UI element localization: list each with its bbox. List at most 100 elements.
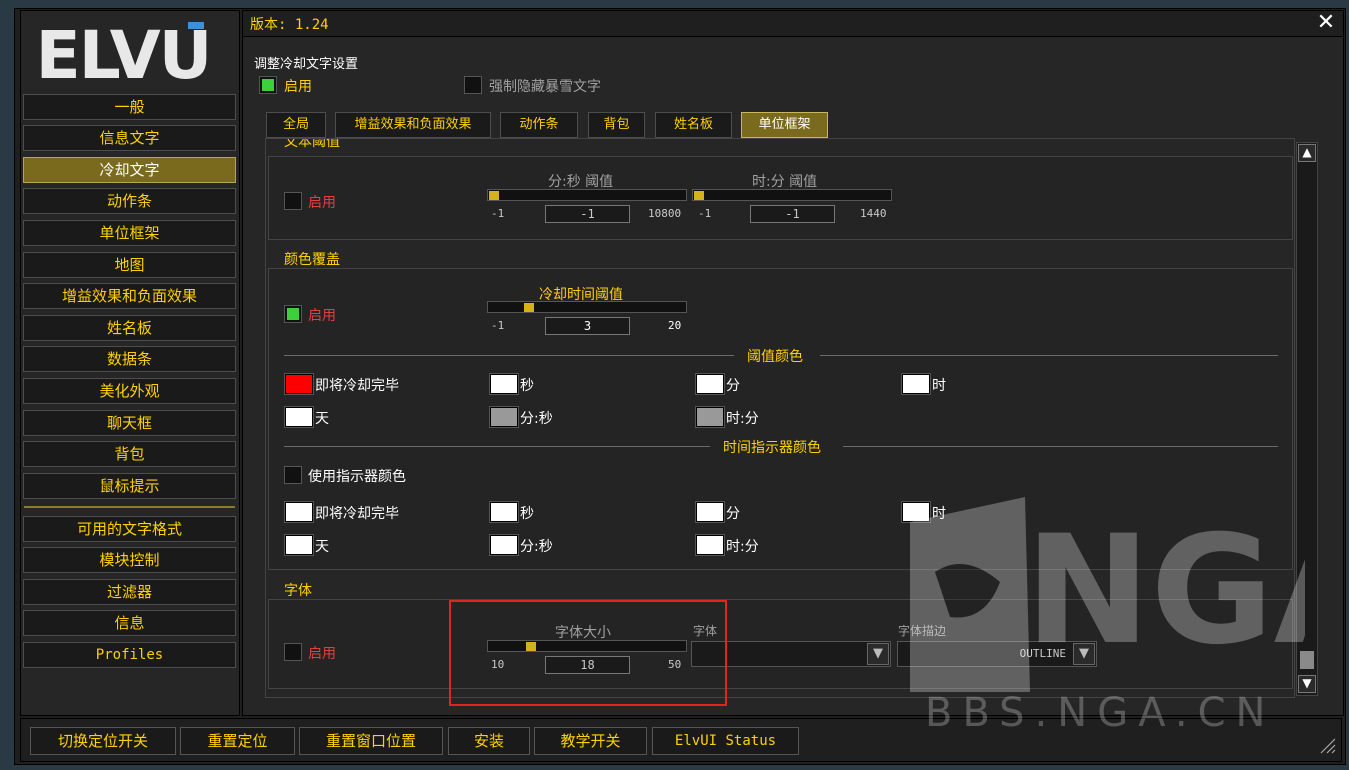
use-indicator-color-checkbox[interactable]	[284, 466, 302, 484]
font-enable-label: 启用	[308, 646, 336, 662]
mmss-slider-thumb[interactable]	[489, 191, 499, 200]
font-outline-dropdown[interactable]: OUTLINE ▼	[897, 641, 1097, 667]
color-label-days: 天	[315, 411, 329, 427]
tab-actionbars[interactable]: 动作条	[500, 112, 578, 138]
font-outline-value: OUTLINE	[1019, 647, 1066, 660]
indicator-colors-title: 时间指示器颜色	[723, 440, 821, 456]
elvui-logo: ELVU	[28, 14, 218, 94]
sidebar-item-auras[interactable]: 增益效果和负面效果	[23, 283, 236, 309]
color-swatch-hhmm[interactable]	[696, 407, 724, 427]
install-button[interactable]: 安装	[448, 727, 530, 755]
color-label-minutes: 分	[726, 378, 740, 394]
hhmm-threshold-label: 时:分 阈值	[752, 174, 818, 190]
color-swatch-days[interactable]	[285, 407, 313, 427]
color-swatch-minutes[interactable]	[696, 374, 724, 394]
reset-window-position-button[interactable]: 重置窗口位置	[299, 727, 443, 755]
chevron-down-icon[interactable]: ▼	[867, 643, 889, 665]
reset-anchors-button[interactable]: 重置定位	[180, 727, 295, 755]
sidebar-item-unitframes[interactable]: 单位框架	[23, 220, 236, 246]
sidebar-item-tags[interactable]: 可用的文字格式	[23, 516, 236, 542]
indicator-swatch-minutes[interactable]	[696, 502, 724, 522]
indicator-swatch-hhmm[interactable]	[696, 535, 724, 555]
color-enable-checkbox[interactable]	[284, 305, 302, 323]
indicator-swatch-mmss[interactable]	[490, 535, 518, 555]
indicator-label-seconds: 秒	[520, 506, 534, 522]
elvui-status-button[interactable]: ElvUI Status	[652, 727, 799, 755]
title-bar: 版本: 1.24 ✕	[243, 11, 1343, 37]
indicator-swatch-expiring[interactable]	[285, 502, 313, 522]
indicator-swatch-hours[interactable]	[902, 502, 930, 522]
mmss-threshold-slider[interactable]	[487, 189, 687, 201]
font-outline-label: 字体描边	[898, 624, 947, 638]
color-override-group	[268, 268, 1293, 570]
threshold-enable-checkbox[interactable]	[284, 192, 302, 210]
sidebar-item-tooltip[interactable]: 鼠标提示	[23, 473, 236, 499]
indicator-label-mmss: 分:秒	[520, 539, 553, 555]
sidebar-item-cooldown-text[interactable]: 冷却文字	[23, 157, 236, 183]
tab-auras[interactable]: 增益效果和负面效果	[335, 112, 491, 138]
sidebar-item-general[interactable]: 一般	[23, 94, 236, 120]
color-swatch-hours[interactable]	[902, 374, 930, 394]
sidebar-item-info[interactable]: 信息	[23, 610, 236, 636]
annotation-highlight-box	[449, 600, 727, 706]
hhmm-threshold-slider[interactable]	[692, 189, 892, 201]
font-group-title: 字体	[284, 583, 312, 599]
indicator-swatch-seconds[interactable]	[490, 502, 518, 522]
color-group-title: 颜色覆盖	[284, 252, 340, 268]
sidebar-item-profiles[interactable]: Profiles	[23, 642, 236, 668]
hhmm-max: 1440	[860, 207, 887, 220]
sidebar-item-modulecontrol[interactable]: 模块控制	[23, 547, 236, 573]
mmss-threshold-label: 分:秒 阈值	[548, 174, 614, 190]
sidebar-item-skins[interactable]: 美化外观	[23, 378, 236, 404]
enable-checkbox[interactable]	[259, 76, 277, 94]
threshold-colors-divider-left	[284, 355, 734, 356]
sidebar-item-datatexts[interactable]: 信息文字	[23, 125, 236, 151]
force-hide-checkbox[interactable]	[464, 76, 482, 94]
watermark-url: BBS.NGA.CN	[925, 690, 1276, 736]
color-swatch-mmss[interactable]	[490, 407, 518, 427]
sidebar-item-chat[interactable]: 聊天框	[23, 410, 236, 436]
indicator-colors-divider-left	[284, 446, 710, 447]
tab-nameplates[interactable]: 姓名板	[655, 112, 732, 138]
chevron-down-icon[interactable]: ▼	[1073, 643, 1095, 665]
cooldown-threshold-slider[interactable]	[487, 301, 687, 313]
color-swatch-seconds[interactable]	[490, 374, 518, 394]
sidebar-item-actionbars[interactable]: 动作条	[23, 188, 236, 214]
hhmm-slider-thumb[interactable]	[694, 191, 704, 200]
hhmm-value-input[interactable]: -1	[750, 205, 835, 223]
sidebar-item-maps[interactable]: 地图	[23, 252, 236, 278]
scroll-up-icon[interactable]: ▲	[1298, 144, 1316, 162]
sidebar-item-bags[interactable]: 背包	[23, 441, 236, 467]
tab-unitframes[interactable]: 单位框架	[741, 112, 828, 138]
version-label: 版本: 1.24	[250, 17, 329, 33]
tab-global[interactable]: 全局	[266, 112, 326, 138]
close-button[interactable]: ✕	[1315, 12, 1337, 34]
use-indicator-color-label: 使用指示器颜色	[308, 469, 406, 485]
color-label-expiring: 即将冷却完毕	[315, 378, 399, 394]
scroll-down-icon[interactable]: ▼	[1298, 675, 1316, 693]
cooldown-slider-thumb[interactable]	[524, 303, 535, 312]
cooldown-value-input[interactable]: 3	[545, 317, 630, 335]
threshold-enable-label: 启用	[308, 195, 336, 211]
hhmm-min: -1	[698, 207, 712, 220]
sidebar-item-databars[interactable]: 数据条	[23, 346, 236, 372]
font-enable-checkbox[interactable]	[284, 643, 302, 661]
scroll-thumb[interactable]	[1300, 651, 1314, 669]
settings-title: 调整冷却文字设置	[254, 57, 359, 72]
toggle-anchors-button[interactable]: 切换定位开关	[30, 727, 176, 755]
color-label-mmss: 分:秒	[520, 411, 553, 427]
indicator-label-hours: 时	[932, 506, 946, 522]
sidebar-item-nameplates[interactable]: 姓名板	[23, 315, 236, 341]
color-swatch-expiring[interactable]	[285, 374, 313, 394]
tab-bags[interactable]: 背包	[588, 112, 645, 138]
indicator-label-hhmm: 时:分	[726, 539, 759, 555]
mmss-value-input[interactable]: -1	[545, 205, 630, 223]
threshold-colors-title: 阈值颜色	[747, 349, 803, 365]
content-scrollbar[interactable]: ▲ ▼	[1296, 142, 1318, 696]
mmss-max: 10800	[648, 207, 682, 220]
toggle-tutorials-button[interactable]: 教学开关	[534, 727, 647, 755]
sidebar-divider	[24, 506, 235, 508]
resize-grip-icon[interactable]	[1318, 736, 1336, 754]
sidebar-item-filters[interactable]: 过滤器	[23, 579, 236, 605]
indicator-swatch-days[interactable]	[285, 535, 313, 555]
